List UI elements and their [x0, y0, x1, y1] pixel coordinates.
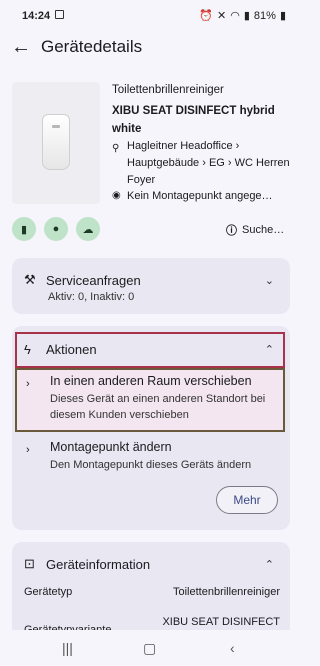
battery-status-icon: ▮ — [279, 10, 286, 22]
search-button[interactable]: ⓘ Suche… — [226, 222, 284, 238]
product-location: ⚲ Hagleitner Headoffice › Hauptgebäude ›… — [112, 138, 298, 189]
page-title: Gerätedetails — [41, 37, 143, 56]
mount-point-text: Kein Montagepunkt angege… — [127, 190, 273, 202]
product-model: XIBU SEAT DISINFECT hybrid white — [112, 105, 275, 135]
service-requests-summary: Aktiv: 0, Inaktiv: 0 — [48, 291, 135, 303]
search-box-icon: ⊡ — [24, 556, 35, 571]
device-info-header[interactable]: ⊡ Geräteinformation ⌃ — [24, 556, 280, 572]
lightning-icon: ϟ — [24, 342, 31, 357]
drop-icon[interactable]: ● — [44, 217, 68, 241]
status-time: 14:24 — [22, 10, 51, 22]
system-nav-bar: ||| ▢ ‹ — [0, 630, 300, 666]
action-change-mount-desc: Den Montagepunkt dieses Geräts ändern — [50, 459, 252, 471]
info-icon: ⓘ — [226, 225, 237, 237]
action-move-room-title: In einen anderen Raum verschieben — [50, 374, 252, 388]
cloud-icon[interactable]: ☁ — [76, 217, 100, 241]
status-bar: 14:24 ⏰ ✕ ◠ ▮ 81% ▮ — [0, 0, 300, 28]
info-key: Gerätetyp — [24, 586, 73, 598]
more-button[interactable]: Mehr — [216, 486, 278, 514]
mute-icon: ✕ — [217, 10, 227, 22]
target-icon: ◉ — [112, 190, 121, 201]
battery-icon[interactable]: ▮ — [12, 217, 36, 241]
battery-percentage: 81% — [253, 9, 276, 22]
search-label: Suche… — [242, 224, 285, 236]
chevron-right-icon: › — [26, 444, 30, 456]
dispenser-illustration — [42, 114, 70, 170]
app-bar: ← Gerätedetails — [0, 28, 300, 68]
back-arrow-icon[interactable]: ← — [10, 36, 32, 58]
tools-icon: ⚒ — [24, 272, 36, 287]
gallery-notification-icon — [55, 10, 64, 19]
actions-card: ϟ Aktionen ⌃ › In einen anderen Raum ver… — [12, 326, 290, 530]
action-move-room[interactable]: › In einen anderen Raum verschieben Dies… — [24, 374, 280, 423]
alarm-icon: ⏰ — [199, 10, 214, 22]
service-requests-header[interactable]: ⚒ Serviceanfragen ⌄ — [24, 272, 280, 288]
service-requests-card[interactable]: ⚒ Serviceanfragen ⌄ Aktiv: 0, Inaktiv: 0 — [12, 258, 290, 314]
chevron-down-icon[interactable]: ⌄ — [265, 274, 274, 287]
chevron-up-icon[interactable]: ⌃ — [265, 343, 274, 356]
actions-header[interactable]: ϟ Aktionen ⌃ — [24, 342, 280, 357]
info-value: Toilettenbrillenreiniger — [172, 586, 280, 598]
location-pin-icon: ⚲ — [112, 143, 120, 154]
chevron-up-icon[interactable]: ⌃ — [265, 558, 274, 571]
wifi-icon: ◠ — [230, 10, 240, 22]
back-icon[interactable]: ‹ — [230, 640, 235, 656]
product-name: Toilettenbrillenreiniger — [112, 84, 224, 96]
device-info-title: Geräteinformation — [46, 556, 151, 572]
action-change-mount-title: Montagepunkt ändern — [50, 440, 172, 454]
location-text: Hagleitner Headoffice › Hauptgebäude › E… — [127, 140, 290, 186]
home-icon[interactable]: ▢ — [143, 640, 156, 657]
mount-point: ◉ Kein Montagepunkt angege… — [112, 190, 298, 202]
actions-title: Aktionen — [46, 342, 97, 357]
product-image — [12, 82, 100, 204]
action-change-mount[interactable]: › Montagepunkt ändern Den Montagepunkt d… — [24, 440, 280, 473]
action-move-room-desc: Dieses Gerät an einen anderen Standort b… — [50, 393, 266, 421]
device-info-card: ⊡ Geräteinformation ⌃ Gerätetyp Toilette… — [12, 542, 290, 642]
status-icons: ⏰ ✕ ◠ ▮ 81% ▮ — [199, 9, 286, 23]
recents-icon[interactable]: ||| — [62, 640, 73, 656]
chevron-right-icon: › — [26, 378, 30, 390]
service-requests-title: Serviceanfragen — [46, 272, 141, 288]
signal-icon: ▮ — [243, 10, 250, 22]
info-value: XIBU SEAT DISINFECT — [162, 616, 280, 628]
